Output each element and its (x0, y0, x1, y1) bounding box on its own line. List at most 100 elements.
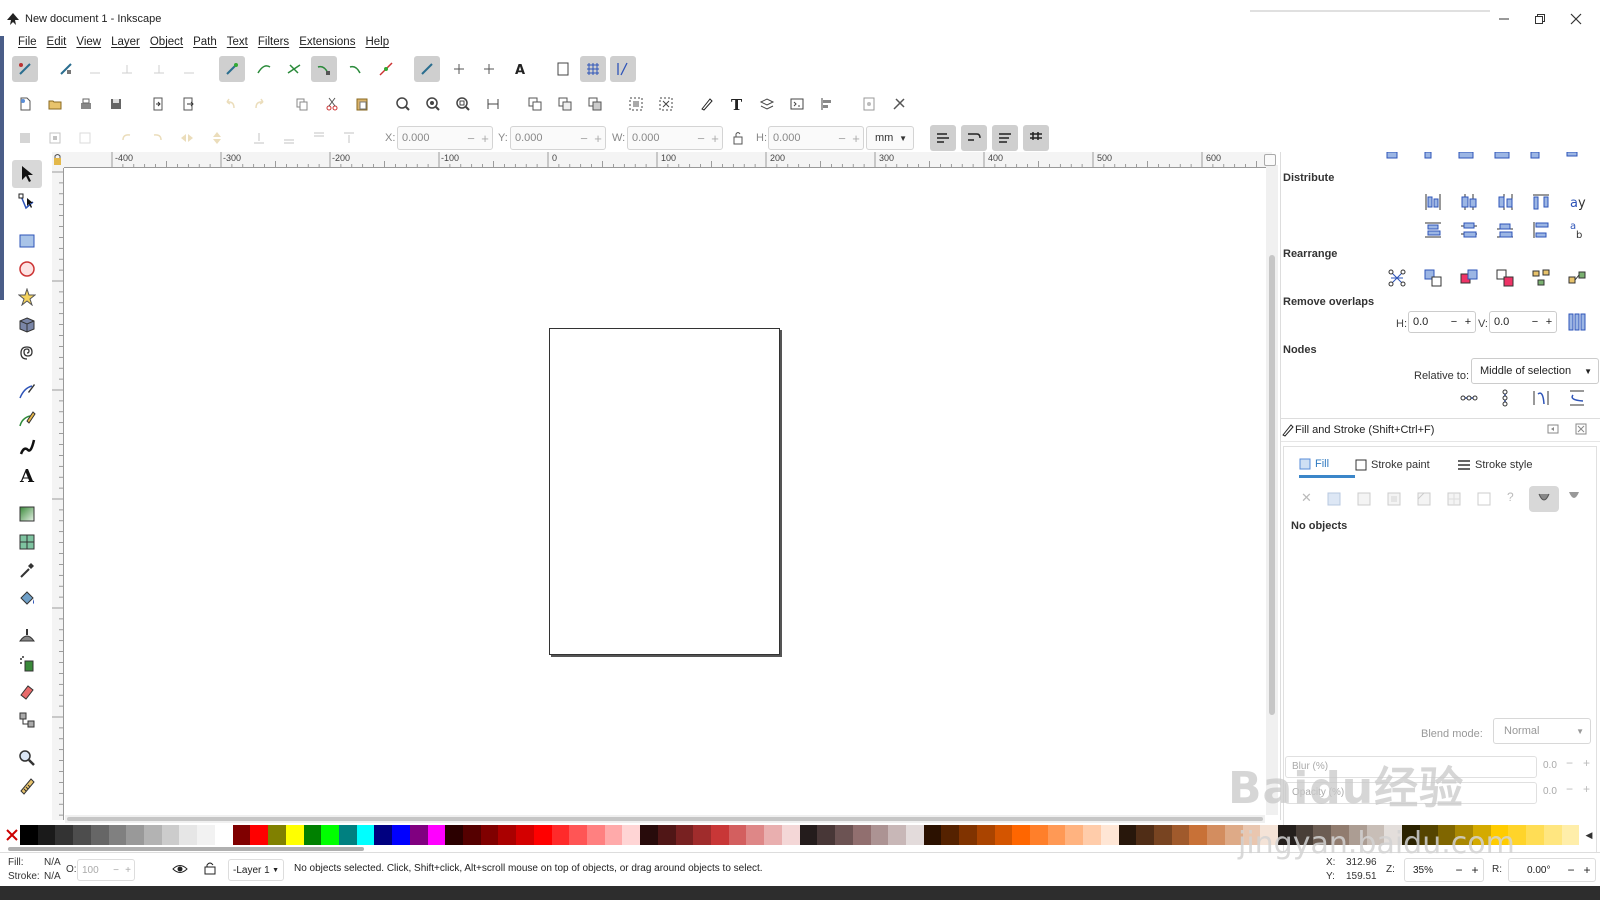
menu-object[interactable]: Object (145, 36, 188, 48)
snap-rotation-center-icon[interactable] (476, 56, 502, 82)
vertical-scroll-thumb[interactable] (1269, 255, 1275, 715)
color-swatch[interactable] (976, 825, 995, 845)
color-swatch[interactable] (728, 825, 747, 845)
color-swatch[interactable] (852, 825, 871, 845)
color-swatch[interactable] (711, 825, 729, 845)
select-all-layers-icon[interactable] (42, 125, 68, 151)
snap-bbox-icon[interactable] (53, 56, 79, 82)
mesh-gradient-icon[interactable] (1417, 492, 1431, 506)
menu-file[interactable]: File (13, 36, 42, 48)
color-swatch[interactable] (604, 825, 623, 845)
restore-button[interactable] (1522, 6, 1558, 32)
tab-stroke-style[interactable]: Stroke style (1457, 452, 1557, 478)
color-swatch[interactable] (941, 825, 960, 845)
tab-stroke-paint[interactable]: Stroke paint (1355, 452, 1451, 478)
zoom-page-width-icon[interactable] (480, 91, 506, 117)
pen-tool-icon[interactable] (12, 405, 42, 433)
color-swatch[interactable] (1171, 825, 1190, 845)
color-swatch[interactable] (622, 825, 641, 845)
color-swatch[interactable] (994, 825, 1013, 845)
node-tool-icon[interactable] (12, 188, 42, 216)
fill-stroke-icon[interactable] (694, 91, 720, 117)
overlap-v-minus-icon[interactable]: − (1528, 316, 1542, 328)
distribute-top-icon[interactable] (1421, 218, 1445, 242)
w-plus-icon[interactable]: + (708, 131, 722, 146)
snap-bbox-center-icon[interactable] (176, 56, 202, 82)
w-field[interactable]: W: 0.000 − + (612, 126, 723, 150)
color-swatch[interactable] (1543, 825, 1562, 845)
blur-minus-icon[interactable]: − (1566, 756, 1573, 770)
minimize-button[interactable] (1486, 6, 1522, 32)
color-swatch[interactable] (923, 825, 942, 845)
undo-icon[interactable] (217, 91, 243, 117)
color-swatch[interactable] (338, 825, 357, 845)
remove-overlaps-icon[interactable] (1565, 310, 1589, 334)
color-swatch[interactable] (356, 825, 375, 845)
color-swatch[interactable] (1136, 825, 1154, 845)
color-swatch[interactable] (1189, 825, 1208, 845)
color-swatch[interactable] (1154, 825, 1172, 845)
lower-bottom-icon[interactable] (246, 125, 272, 151)
snap-others-icon[interactable] (414, 56, 440, 82)
color-swatch[interactable] (427, 825, 446, 845)
color-swatch[interactable] (250, 825, 269, 845)
spray-tool-icon[interactable] (12, 650, 42, 678)
y-minus-icon[interactable]: − (577, 131, 591, 146)
blend-mode-select[interactable]: Normal ▼ (1493, 718, 1591, 744)
align-nodes-vertical-icon[interactable] (1493, 386, 1517, 410)
color-swatch[interactable] (533, 825, 552, 845)
snap-guides-icon[interactable] (610, 56, 636, 82)
fill-rule-nonzero-icon[interactable] (1567, 490, 1581, 504)
print-icon[interactable] (73, 91, 99, 117)
fill-rule-evenodd-icon[interactable] (1529, 486, 1559, 512)
color-swatch[interactable] (409, 825, 428, 845)
snap-smooth-icon[interactable] (343, 56, 369, 82)
lower-icon[interactable] (276, 125, 302, 151)
color-swatch[interactable] (746, 825, 765, 845)
color-swatch[interactable] (392, 825, 410, 845)
rectangle-tool-icon[interactable] (12, 227, 42, 255)
clone-icon[interactable] (552, 91, 578, 117)
transform-gradients-icon[interactable] (992, 125, 1018, 151)
scale-corners-icon[interactable] (961, 125, 987, 151)
opacity-minus-icon[interactable]: − (1566, 782, 1573, 796)
gradient-tool-icon[interactable] (12, 500, 42, 528)
color-swatch[interactable] (1526, 825, 1544, 845)
xml-editor-icon[interactable] (784, 91, 810, 117)
snap-object-center-icon[interactable] (446, 56, 472, 82)
flip-vertical-icon[interactable] (204, 125, 230, 151)
snap-midpoint-icon[interactable] (373, 56, 399, 82)
color-swatch[interactable] (764, 825, 782, 845)
align-nodes-horizontal-icon[interactable] (1457, 386, 1481, 410)
color-swatch[interactable] (640, 825, 658, 845)
unset-paint-icon[interactable]: ? (1507, 490, 1514, 504)
snap-page-border-icon[interactable] (550, 56, 576, 82)
x-plus-icon[interactable]: + (478, 131, 492, 146)
overlap-v-field[interactable]: 0.0 − + (1489, 311, 1557, 333)
zoom-tool-icon[interactable] (12, 744, 42, 772)
menu-text[interactable]: Text (222, 36, 253, 48)
overlap-h-field[interactable]: 0.0 − + (1408, 311, 1476, 333)
connector-tool-icon[interactable] (12, 706, 42, 734)
y-plus-icon[interactable]: + (591, 131, 605, 146)
opacity-plus-icon[interactable]: + (1583, 782, 1590, 796)
color-swatch[interactable] (285, 825, 304, 845)
selector-tool-icon[interactable] (12, 160, 42, 188)
raise-icon[interactable] (306, 125, 332, 151)
overlap-v-plus-icon[interactable]: + (1542, 316, 1556, 328)
snap-nodes-icon[interactable] (219, 56, 245, 82)
color-swatch[interactable] (1047, 825, 1066, 845)
overlap-h-plus-icon[interactable]: + (1461, 316, 1475, 328)
exchange-z-order-icon[interactable] (1457, 266, 1481, 290)
select-all-icon[interactable] (12, 125, 38, 151)
paste-icon[interactable] (349, 91, 375, 117)
rotation-field[interactable]: 0.00° − + (1508, 858, 1596, 882)
lock-proportions-icon[interactable] (725, 125, 751, 151)
unit-select[interactable]: mm ▼ (866, 126, 914, 150)
copy-icon[interactable] (289, 91, 315, 117)
mesh-tool-icon[interactable] (12, 528, 42, 556)
distribute-right-icon[interactable] (1493, 190, 1517, 214)
color-swatch[interactable] (905, 825, 924, 845)
color-swatch[interactable] (516, 825, 534, 845)
cut-icon[interactable] (319, 91, 345, 117)
